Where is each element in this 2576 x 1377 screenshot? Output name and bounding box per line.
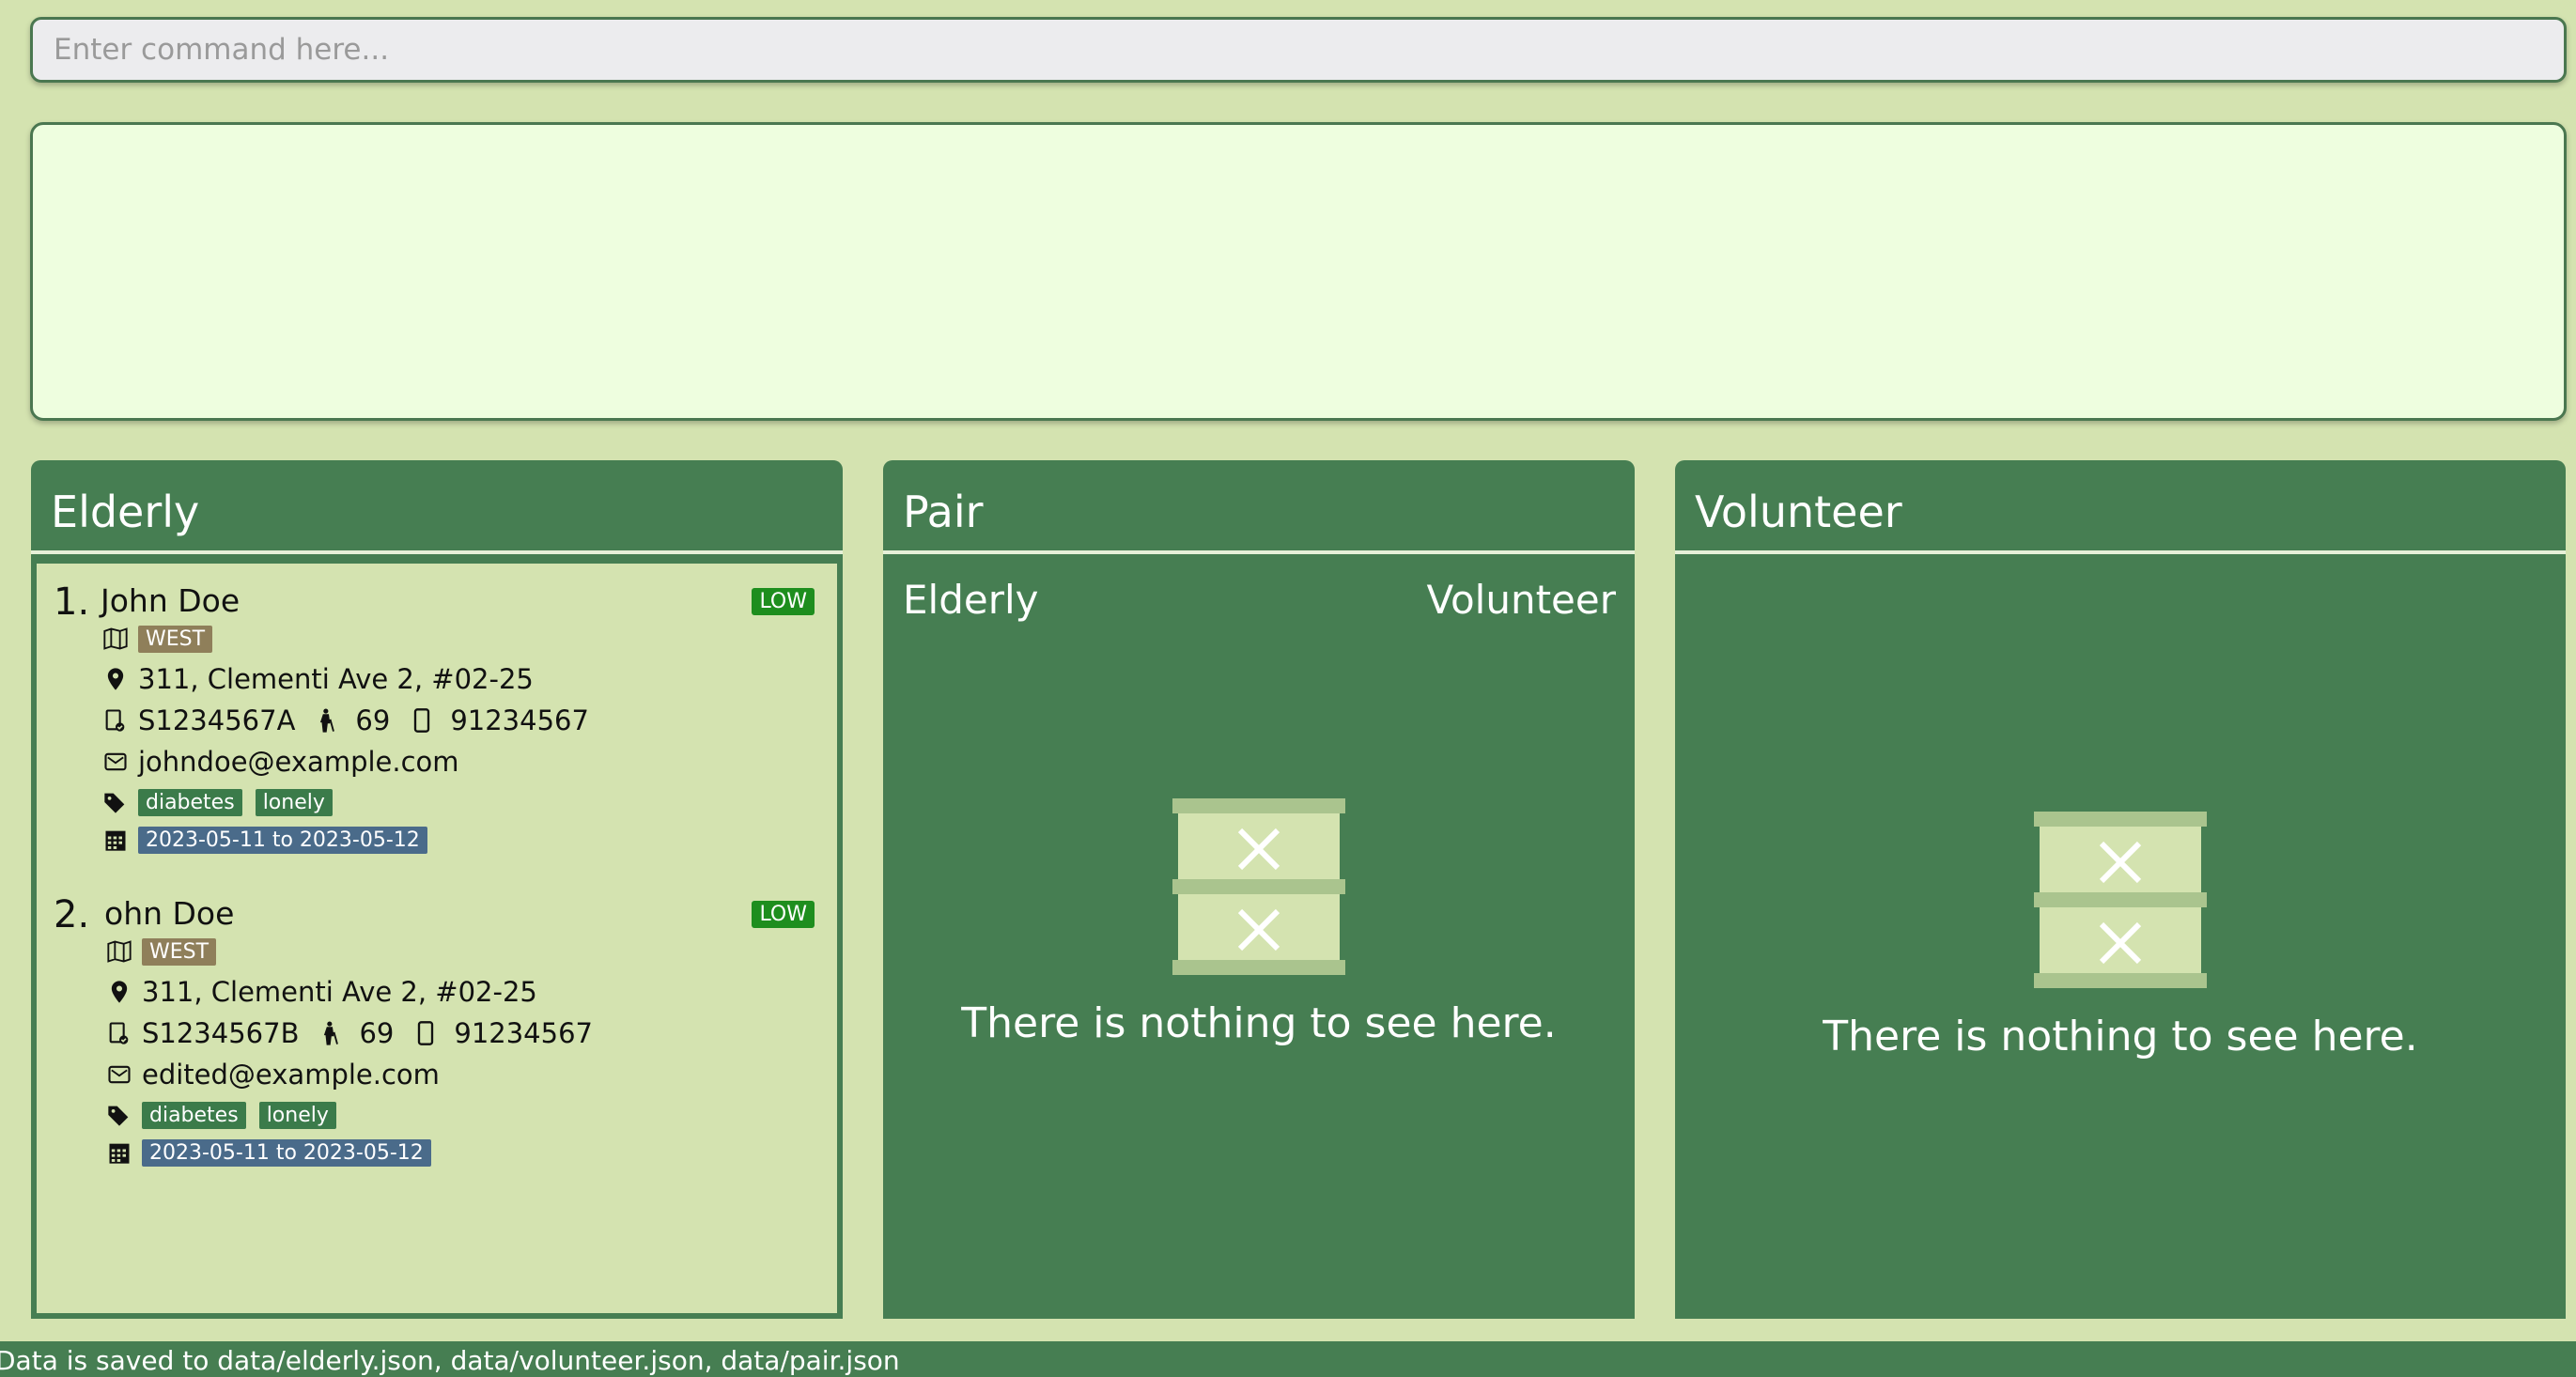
location-pin-icon xyxy=(104,977,134,1007)
map-icon xyxy=(104,936,134,967)
availability-tag: 2023-05-11 to 2023-05-12 xyxy=(138,826,427,854)
address-row: 311, Clementi Ave 2, #02-25 xyxy=(101,663,534,695)
pair-empty-text: There is nothing to see here. xyxy=(961,999,1557,1047)
phone-icon xyxy=(407,705,437,735)
age-text: 69 xyxy=(359,1017,395,1049)
tag-label: diabetes xyxy=(142,1101,246,1129)
tag-label: diabetes xyxy=(138,788,242,816)
volunteer-panel-title: Volunteer xyxy=(1675,460,2566,554)
availability-row: 2023-05-11 to 2023-05-12 xyxy=(101,825,427,855)
card-index: 1. xyxy=(54,580,90,624)
availability-tag: 2023-05-11 to 2023-05-12 xyxy=(142,1138,431,1167)
address-row: 311, Clementi Ave 2, #02-25 xyxy=(104,976,537,1008)
phone-icon xyxy=(411,1018,441,1048)
region-tag: WEST xyxy=(142,937,217,966)
person-age-icon xyxy=(312,705,342,735)
nric-text: S1234567A xyxy=(138,704,296,736)
pair-column-volunteer: Volunteer xyxy=(1426,577,1617,623)
region-tag: WEST xyxy=(138,625,213,653)
tag-label: lonely xyxy=(258,1101,336,1129)
tags-row: diabetes lonely xyxy=(101,787,346,817)
mail-icon xyxy=(104,1060,134,1090)
phone-text: 91234567 xyxy=(450,704,589,736)
empty-box-icon xyxy=(1675,808,2566,992)
region-row: WEST xyxy=(104,936,217,967)
email-row: edited@example.com xyxy=(104,1059,440,1091)
elderly-card[interactable]: 1. John Doe LOW WEST 311, Clementi Ave 2… xyxy=(54,580,815,881)
tag-label: lonely xyxy=(255,788,333,816)
status-bar: Data is saved to data/elderly.json, data… xyxy=(0,1341,2576,1377)
elderly-name: ohn Doe xyxy=(104,895,235,932)
email-text: edited@example.com xyxy=(142,1059,440,1091)
elderly-list[interactable]: 1. John Doe LOW WEST 311, Clementi Ave 2… xyxy=(31,558,843,1319)
risk-badge: LOW xyxy=(752,901,815,928)
id-card-icon xyxy=(104,1018,134,1048)
status-bar-text: Data is saved to data/elderly.json, data… xyxy=(0,1345,900,1376)
tags-row: diabetes lonely xyxy=(104,1100,349,1130)
pair-column-elderly: Elderly xyxy=(903,577,1039,623)
risk-badge: LOW xyxy=(752,588,815,615)
address-text: 311, Clementi Ave 2, #02-25 xyxy=(142,976,537,1008)
elderly-panel-title: Elderly xyxy=(31,460,843,554)
volunteer-empty-text: There is nothing to see here. xyxy=(1823,1013,2418,1060)
id-card-icon xyxy=(101,705,131,735)
command-input[interactable] xyxy=(33,20,2564,80)
region-row: WEST xyxy=(101,624,213,654)
id-row: S1234567B 69 91234567 xyxy=(104,1017,593,1049)
calendar-icon xyxy=(104,1137,134,1168)
elderly-name: John Doe xyxy=(101,582,241,619)
pair-panel: Pair Elderly Volunteer There is nothing … xyxy=(883,460,1635,1319)
phone-text: 91234567 xyxy=(454,1017,593,1049)
availability-row: 2023-05-11 to 2023-05-12 xyxy=(104,1137,431,1168)
id-row: S1234567A 69 91234567 xyxy=(101,704,589,736)
pair-panel-title: Pair xyxy=(883,460,1635,554)
tag-icon xyxy=(101,787,131,817)
tag-icon xyxy=(104,1100,134,1130)
person-age-icon xyxy=(316,1018,346,1048)
email-row: johndoe@example.com xyxy=(101,746,459,778)
age-text: 69 xyxy=(355,704,391,736)
empty-box-icon xyxy=(883,795,1635,979)
email-text: johndoe@example.com xyxy=(138,746,459,778)
pair-empty-state: There is nothing to see here. xyxy=(883,795,1635,1047)
volunteer-empty-state: There is nothing to see here. xyxy=(1675,808,2566,1060)
card-index: 2. xyxy=(54,893,90,936)
nric-text: S1234567B xyxy=(142,1017,300,1049)
mail-icon xyxy=(101,747,131,777)
elderly-panel: Elderly 1. John Doe LOW WEST 311, Clemen… xyxy=(31,460,843,1319)
command-box[interactable] xyxy=(30,17,2567,83)
volunteer-panel: Volunteer There is nothing to see here. xyxy=(1675,460,2566,1319)
address-text: 311, Clementi Ave 2, #02-25 xyxy=(138,663,534,695)
location-pin-icon xyxy=(101,664,131,694)
elderly-card[interactable]: 2. ohn Doe LOW WEST 311, Clementi Ave 2,… xyxy=(54,893,815,1194)
result-display[interactable] xyxy=(30,122,2567,421)
calendar-icon xyxy=(101,825,131,855)
map-icon xyxy=(101,624,131,654)
